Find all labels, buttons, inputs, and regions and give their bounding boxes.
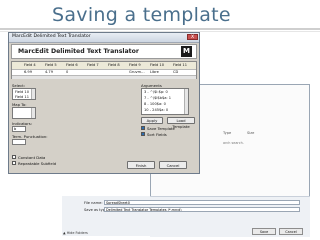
hide-folders-toggle[interactable]: ▲ Hide Folders [63, 231, 88, 235]
grid-header-cell[interactable]: Field 11 [173, 63, 187, 67]
marcedit-logo-icon: M [181, 46, 192, 57]
finish-button[interactable]: Finish [127, 161, 155, 169]
grid-header-cell[interactable]: Field 5 [45, 63, 57, 67]
grid-header-cell[interactable]: Field 4 [24, 63, 36, 67]
cancel-button[interactable]: Cancel [159, 161, 187, 169]
constant-data-label: Constant Data [18, 155, 46, 160]
search-hint: arch search. [223, 141, 244, 145]
column-type[interactable]: Type [223, 131, 231, 135]
save-template-checkbox[interactable] [141, 126, 145, 130]
grid-cell[interactable]: 6.99 [24, 70, 32, 74]
slide-title: Saving a template [52, 4, 231, 26]
select-scrollbar[interactable] [31, 89, 35, 99]
field-grid[interactable]: Field 4 Field 5 Field 6 Field 7 Field 8 … [11, 61, 197, 79]
grid-cell[interactable]: 4.79 [45, 70, 53, 74]
map-to-list[interactable] [12, 107, 36, 119]
title-rule [0, 28, 320, 30]
select-field-list[interactable]: Field 10 Field 11 [12, 88, 36, 100]
grid-cell[interactable]: Gruvm... [129, 70, 145, 74]
sort-fields-label: Sort Fields [147, 132, 167, 137]
close-button[interactable]: X [187, 34, 198, 40]
grid-cell[interactable]: 0 [66, 70, 68, 74]
translator-window: MarcEdit Delimited Text Translator X Mar… [8, 32, 200, 174]
repeatable-subfield-checkbox[interactable] [12, 161, 16, 165]
grid-header-cell[interactable]: Field 6 [66, 63, 78, 67]
indicators-input[interactable]: b [12, 126, 26, 132]
grid-header-cell[interactable]: Field 8 [108, 63, 120, 67]
arguments-scrollbar[interactable] [184, 89, 188, 114]
grid-horizontal-scrollbar[interactable] [12, 75, 196, 79]
grid-header-cell[interactable]: Field 10 [150, 63, 164, 67]
save-button[interactable]: Save [252, 228, 276, 235]
constant-data-checkbox[interactable] [12, 155, 16, 159]
grid-header-row [12, 62, 196, 70]
arguments-list[interactable]: 3 - ^\$l:$p: 0 7 - ^\$l$b$a: 1 8 - 100$a… [141, 88, 189, 115]
list-item[interactable]: Field 10 [15, 90, 29, 94]
list-item[interactable]: 8 - 100$a: 0 [144, 102, 166, 106]
apply-button[interactable]: Apply [141, 117, 163, 124]
column-size[interactable]: Size [247, 131, 254, 135]
map-to-scrollbar[interactable] [31, 108, 35, 118]
header-title: MarcEdit Delimited Text Translator [18, 48, 139, 55]
grid-header-cell[interactable]: Field 9 [129, 63, 141, 67]
file-name-input[interactable]: SpreadSheet0 [104, 200, 300, 205]
window-titlebar[interactable]: MarcEdit Delimited Text Translator X [9, 33, 199, 43]
sort-fields-checkbox[interactable] [141, 132, 145, 136]
list-item[interactable]: 10 - 245$a: 0 [144, 108, 168, 112]
repeatable-subfield-label: Repeatable Subfield [18, 161, 57, 166]
save-template-label: Save Template [147, 126, 175, 131]
file-name-label: File name: [84, 201, 103, 205]
window-title: MarcEdit Delimited Text Translator [12, 34, 91, 39]
grid-cell[interactable]: CD [173, 70, 178, 74]
list-item[interactable]: Field 11 [15, 95, 29, 99]
hide-folders-label: Hide Folders [66, 231, 88, 235]
header-banner: MarcEdit Delimited Text Translator M [11, 44, 197, 59]
list-item[interactable]: 7 - ^\$l$b$a: 1 [144, 96, 171, 100]
save-cancel-button[interactable]: Cancel [279, 228, 303, 235]
grid-header-cell[interactable]: Field 7 [87, 63, 99, 67]
term-punctuation-input[interactable] [12, 139, 26, 145]
list-item[interactable]: 3 - ^\$l:$p: 0 [144, 90, 168, 94]
grid-cell[interactable]: Libre [150, 70, 159, 74]
load-template-button[interactable]: Load Template [167, 117, 195, 129]
save-type-select[interactable]: Delimited Text Translator Templates (*.m… [104, 207, 300, 212]
